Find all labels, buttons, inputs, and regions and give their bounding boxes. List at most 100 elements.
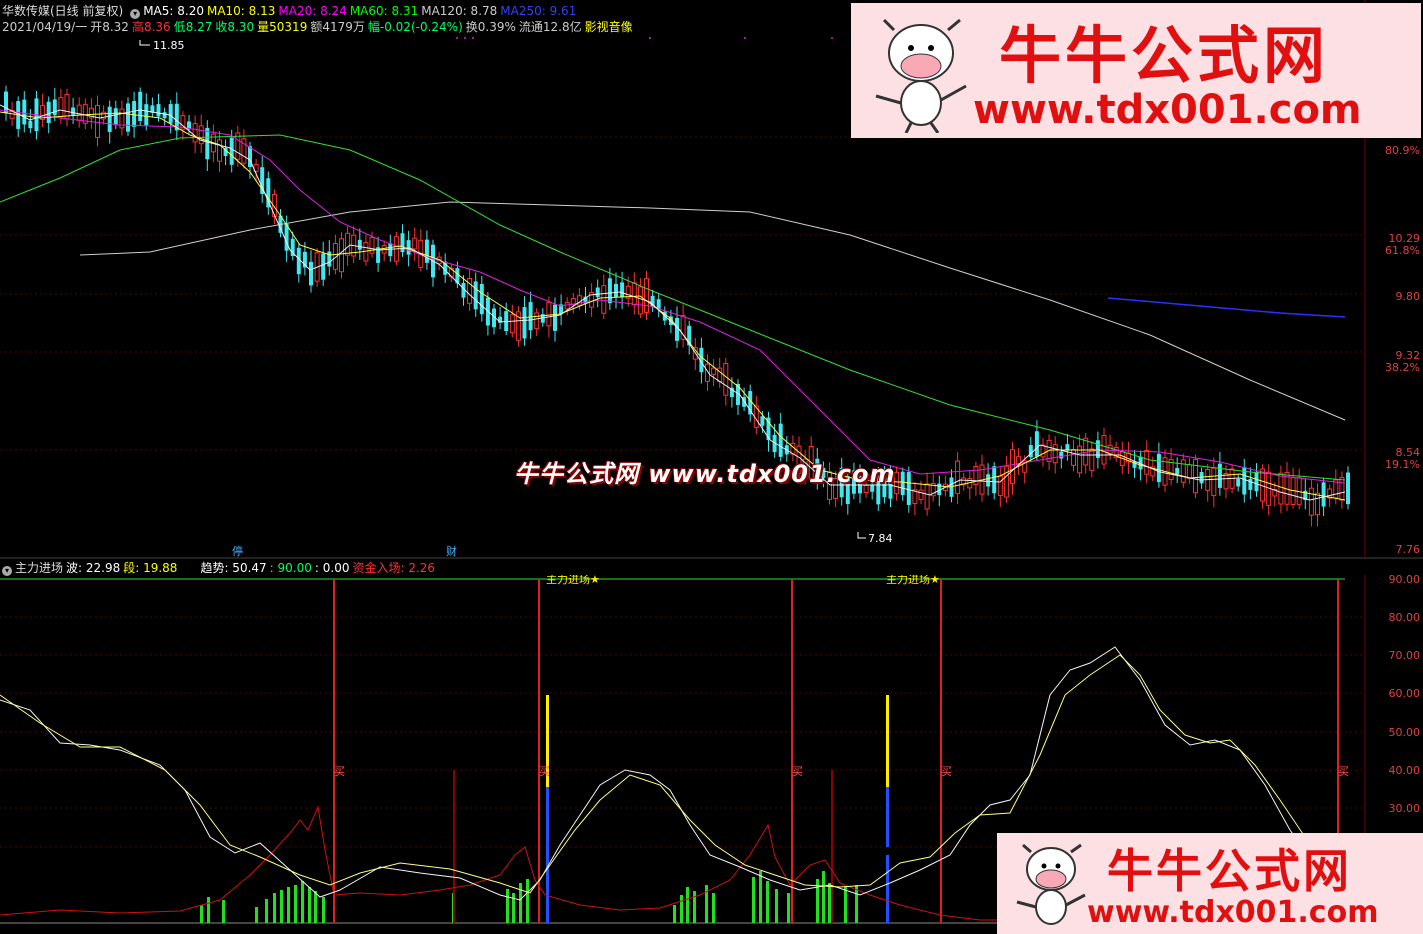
svg-text:买: 买 (941, 765, 952, 778)
candle-body (1071, 449, 1076, 466)
candle-body (473, 281, 478, 310)
candle-body (95, 104, 100, 138)
candle-body (1339, 476, 1345, 501)
stock-title: 华数传媒(日线 前复权) (2, 4, 124, 18)
volume-bar (822, 871, 825, 923)
candle-body (22, 99, 27, 125)
candle-body (327, 251, 332, 267)
candle-body (1003, 465, 1009, 498)
indicator-item-4: : 0.00 (314, 561, 350, 575)
candle-body (58, 97, 64, 118)
watermark-top: 牛牛公式网 www.tdx001.com (851, 3, 1421, 138)
candle-body (955, 460, 961, 494)
ma5-line (0, 104, 1346, 501)
candle-body (113, 108, 118, 125)
candle-body (1156, 453, 1161, 483)
indicator-axis-label: 30.00 (1388, 802, 1421, 815)
ma60-line (0, 134, 1346, 481)
candle-body (4, 91, 8, 114)
svg-text:11.85: 11.85 (153, 39, 185, 52)
candle-body (1034, 431, 1039, 457)
candle-body (1211, 467, 1217, 497)
quote-item-7: 幅-0.02(-0.24%) (367, 20, 463, 34)
quote-item-2: 高8.36 (131, 20, 171, 34)
volume-bar (273, 893, 276, 923)
candle-body (266, 178, 271, 208)
price-axis-label: 61.8% (1385, 244, 1420, 257)
ma-label-3: MA60: 8.31 (349, 4, 419, 18)
candle-body (760, 416, 765, 426)
panel-separator[interactable] (0, 557, 1423, 559)
volume-bar (301, 881, 304, 923)
ma10-line (0, 111, 1346, 501)
candle-body (235, 132, 241, 160)
candle-body (357, 239, 362, 250)
candle-body (192, 123, 198, 143)
suspend-marker: 停 (232, 544, 243, 558)
candle-body (564, 302, 570, 310)
volume-bar (855, 885, 858, 923)
price-axis-label: 38.2% (1385, 361, 1420, 374)
svg-text:买: 买 (1338, 765, 1349, 778)
candle-body (1059, 451, 1064, 459)
candle-body (1278, 472, 1284, 505)
candle-body (997, 475, 1003, 496)
cow-logo-icon (1016, 843, 1086, 925)
candle-body (924, 483, 930, 510)
volume-bar (287, 887, 290, 923)
candle-body (339, 238, 344, 273)
candle-body (296, 247, 301, 275)
chart-header: 华数传媒(日线 前复权) ▾ MA5: 8.20 MA10: 8.13 MA20: 8.… (2, 4, 582, 19)
ma-label-1: MA10: 8.13 (206, 4, 276, 18)
candle-body (412, 237, 418, 250)
candle-body (1193, 459, 1198, 494)
capital-line (0, 805, 1000, 921)
quote-item-10: 影视音像 (584, 20, 633, 34)
candle-body (138, 91, 143, 122)
indicator-item-0: 波: 22.98 (66, 561, 121, 575)
settings-gear-icon[interactable]: ▾ (130, 9, 141, 19)
quote-item-3: 低8.27 (173, 20, 213, 34)
svg-text:买: 买 (334, 765, 345, 778)
volume-bar (280, 890, 283, 923)
indicator-header: ▾ 主力进场 波: 22.98 段: 19.88 趋势: 50.47: 90.00: 0… (2, 561, 441, 576)
indicator-axis-label: 50.00 (1388, 726, 1421, 739)
candle-body (1010, 449, 1015, 484)
candle-body (906, 472, 911, 505)
volume-bar (775, 889, 778, 923)
candle-body (1040, 444, 1046, 458)
candle-body (620, 282, 625, 298)
volume-bar (207, 897, 210, 923)
candle-body (992, 466, 997, 494)
volume-bar (265, 899, 268, 923)
candle-body (46, 101, 51, 124)
candle-body (52, 99, 57, 116)
volume-bar (693, 891, 696, 923)
quote-item-6: 额4179万 (310, 20, 365, 34)
finance-marker: 财 (446, 544, 457, 558)
volume-bar (828, 883, 831, 923)
volume-bar (512, 893, 515, 923)
candle-body (1346, 472, 1350, 505)
volume-bar (673, 905, 676, 923)
indicator-axis-label: 90.00 (1388, 573, 1421, 586)
svg-text:买: 买 (792, 765, 803, 778)
candle-body (637, 286, 643, 315)
candle-body (107, 106, 112, 132)
ma-label-5: MA250: 9.61 (500, 4, 577, 18)
candle-body (1254, 471, 1259, 492)
candle-body (522, 307, 527, 339)
indicator-axis-label: 40.00 (1388, 764, 1421, 777)
ma-label-4: MA120: 8.78 (421, 4, 498, 18)
candle-body (711, 367, 717, 375)
indicator-axis-label: 80.00 (1388, 611, 1421, 624)
candle-body (986, 474, 991, 487)
candle-body (614, 283, 618, 297)
low-annotation: 7.84 (857, 532, 893, 545)
candle-body (400, 233, 405, 253)
candle-body (321, 253, 326, 280)
candle-body (1089, 448, 1095, 471)
quote-item-0: 2021/04/19/一 (2, 20, 88, 34)
volume-bar (844, 887, 847, 923)
high-annotation: 11.85 (139, 39, 185, 52)
